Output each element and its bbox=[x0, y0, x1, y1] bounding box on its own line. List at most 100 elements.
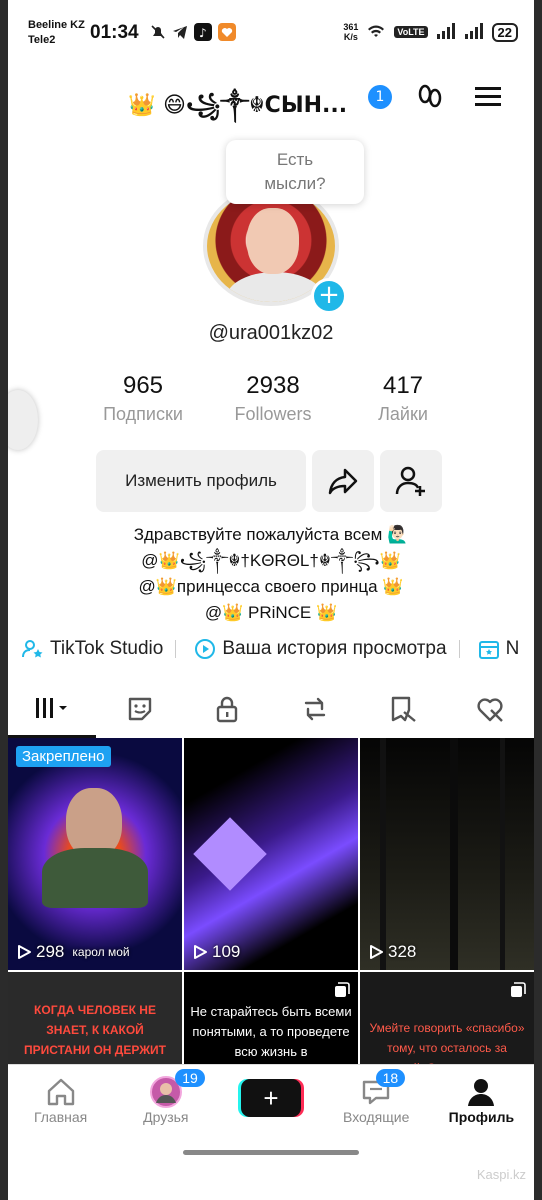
stat-value: 417 bbox=[382, 372, 424, 399]
profile-name-switcher[interactable]: 👑 😄꧁༒☬СЫН... bbox=[128, 80, 347, 142]
profile-stats: 965 Подписки 2938 Followers 417 Лайки bbox=[78, 372, 468, 425]
bubble-line-1: Есть bbox=[276, 150, 314, 169]
view-count-value: 298 bbox=[36, 942, 65, 961]
nav-inbox[interactable]: Входящие 18 bbox=[324, 1065, 429, 1142]
view-count-value: 109 bbox=[212, 942, 241, 961]
play-circle-icon bbox=[195, 639, 216, 659]
stat-following[interactable]: 965 Подписки bbox=[78, 372, 208, 425]
bio-line: Здравствуйте пожалуйста всем 🙋🏻‍♂️ bbox=[133, 525, 409, 544]
video-thumbnail[interactable]: Умейте говорить «спасибо» тому, что оста… bbox=[360, 972, 534, 1068]
nav-friends[interactable]: Друзья 19 bbox=[113, 1065, 218, 1142]
play-icon bbox=[370, 945, 383, 959]
sticker-icon bbox=[128, 697, 151, 721]
carrier-info: Beeline KZ Tele2 bbox=[28, 18, 85, 48]
bubble-line-2: мысли? bbox=[264, 174, 326, 193]
calendar-link[interactable]: N bbox=[478, 638, 520, 660]
content-tabs bbox=[8, 680, 534, 738]
video-thumbnail[interactable]: 109 bbox=[184, 738, 358, 970]
video-thumbnail[interactable]: 328 bbox=[360, 738, 534, 970]
tab-videos[interactable] bbox=[8, 680, 96, 738]
network-speed: 361 K/s bbox=[343, 22, 358, 42]
edit-profile-button[interactable]: Изменить профиль bbox=[96, 450, 306, 512]
volte-badge: VoLTE bbox=[394, 26, 428, 38]
calendar-label: N bbox=[505, 638, 520, 659]
video-caption: Не старайтесь быть всеми понятыми, а то … bbox=[190, 1004, 352, 1059]
footprints-icon bbox=[418, 84, 442, 108]
video-caption: Когда человек не знает, к какой пристани… bbox=[23, 1003, 167, 1068]
notification-count-badge[interactable]: 1 bbox=[368, 85, 392, 109]
video-thumbnail[interactable]: Закреплено 298 карол мой bbox=[8, 738, 182, 970]
video-thumbnail[interactable]: Когда человек не знает, к какой пристани… bbox=[8, 972, 182, 1068]
profile-links-row: TikTok Studio Ваша история просмотра N bbox=[22, 638, 519, 660]
watermark: Kaspi.kz bbox=[476, 1167, 526, 1182]
inbox-badge: 18 bbox=[375, 1069, 406, 1087]
share-arrow-icon bbox=[328, 468, 358, 495]
footprints-button[interactable] bbox=[414, 80, 450, 112]
tab-stickers[interactable] bbox=[96, 680, 184, 738]
tab-favorites[interactable] bbox=[359, 680, 447, 738]
divider bbox=[458, 640, 460, 658]
stat-value: 965 bbox=[122, 372, 164, 399]
home-icon bbox=[8, 1075, 113, 1109]
signal-icon-2 bbox=[464, 22, 484, 42]
tab-private[interactable] bbox=[183, 680, 271, 738]
profile-bio: Здравствуйте пожалуйста всем 🙋🏻‍♂️ @👑꧁༒☬… bbox=[8, 522, 534, 626]
menu-button[interactable] bbox=[472, 80, 508, 112]
carrier-1: Beeline KZ bbox=[28, 19, 85, 31]
nav-label: Друзья bbox=[143, 1109, 189, 1125]
wifi-icon bbox=[366, 23, 386, 42]
video-overlay-text: карол мой bbox=[72, 945, 130, 959]
watch-history-label: Ваша история просмотра bbox=[222, 638, 447, 659]
nav-label: Входящие bbox=[343, 1109, 410, 1125]
clock: 01:34 bbox=[90, 22, 139, 43]
network-speed-unit: K/s bbox=[343, 32, 358, 42]
create-icon: + bbox=[241, 1079, 301, 1117]
nav-label: Профиль bbox=[448, 1109, 515, 1125]
view-count: 109 bbox=[192, 942, 240, 962]
heart-hidden-icon bbox=[477, 698, 504, 722]
profile-header: 👑 😄꧁༒☬СЫН... 1 bbox=[8, 74, 534, 118]
stat-likes[interactable]: 417 Лайки bbox=[338, 372, 468, 425]
view-count: 298 карол мой bbox=[16, 942, 130, 962]
thoughts-bubble[interactable]: Есть мысли? bbox=[226, 140, 364, 204]
floating-tiktok-bubble[interactable] bbox=[8, 390, 38, 450]
avatar-container[interactable]: + bbox=[191, 186, 351, 314]
nav-home[interactable]: Главная bbox=[8, 1065, 113, 1142]
status-bar: Beeline KZ Tele2 01:34 ♪ 361 K/s VoLTE 2… bbox=[8, 14, 534, 50]
stat-label: Подписки bbox=[103, 404, 183, 424]
hamburger-menu-icon bbox=[475, 87, 501, 106]
video-thumbnail[interactable]: Не старайтесь быть всеми понятыми, а то … bbox=[184, 972, 358, 1068]
network-speed-value: 361 bbox=[343, 22, 359, 32]
battery-indicator: 22 bbox=[491, 22, 518, 42]
nav-label: Главная bbox=[33, 1109, 88, 1125]
profile-handle: @ura001kz02 bbox=[208, 322, 334, 344]
tiktok-studio-link[interactable]: TikTok Studio bbox=[22, 638, 177, 660]
calendar-icon bbox=[478, 641, 499, 659]
stat-followers[interactable]: 2938 Followers bbox=[208, 372, 338, 425]
tab-reposts[interactable] bbox=[271, 680, 359, 738]
person-shirt bbox=[42, 848, 148, 908]
divider bbox=[175, 640, 177, 658]
watch-history-link[interactable]: Ваша история просмотра bbox=[194, 638, 460, 660]
tab-liked[interactable] bbox=[446, 680, 534, 738]
nav-profile[interactable]: Профиль bbox=[429, 1065, 534, 1142]
videos-grid-icon bbox=[35, 697, 67, 718]
status-notification-icons: ♪ bbox=[150, 23, 236, 46]
stat-label: Followers bbox=[234, 404, 312, 424]
studio-icon bbox=[22, 640, 43, 658]
multi-photo-icon bbox=[335, 982, 350, 997]
telegram-icon bbox=[172, 24, 188, 45]
video-caption: Умейте говорить «спасибо» тому, что оста… bbox=[369, 1021, 525, 1068]
gesture-home-bar[interactable] bbox=[183, 1150, 359, 1155]
multi-photo-icon bbox=[511, 982, 526, 997]
tiktok-studio-label: TikTok Studio bbox=[50, 638, 164, 659]
tree-trunk bbox=[450, 738, 458, 970]
profile-actions: Изменить профиль bbox=[96, 450, 442, 512]
bio-line: @👑 PRiNCE 👑 bbox=[204, 603, 338, 622]
avatar-shirt bbox=[227, 272, 323, 302]
share-profile-button[interactable] bbox=[312, 450, 374, 512]
nav-create[interactable]: + bbox=[218, 1065, 323, 1142]
add-story-button[interactable]: + bbox=[311, 278, 347, 314]
add-friend-button[interactable] bbox=[380, 450, 442, 512]
status-system-icons: 361 K/s VoLTE 22 bbox=[343, 22, 518, 42]
